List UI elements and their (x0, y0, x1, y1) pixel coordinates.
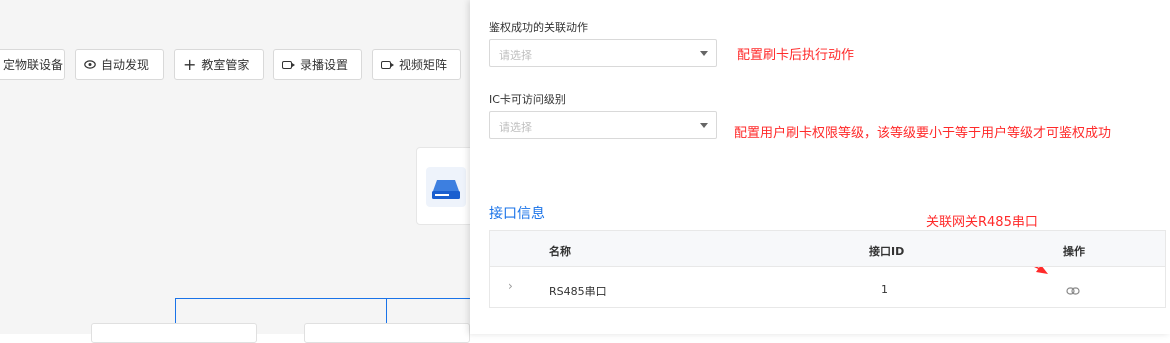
plus-icon: + (183, 54, 197, 74)
toolbar-button-auto-discover[interactable]: 自动发现 (75, 49, 164, 80)
select-placeholder: 请选择 (499, 49, 532, 62)
annotation-note: 配置用户刷卡权限等级，该等级要小于等于用户等级才可鉴权成功 (734, 126, 1112, 141)
chevron-down-icon (700, 123, 708, 128)
ic-access-level-select[interactable]: 请选择 (489, 111, 717, 139)
topology-node[interactable] (304, 323, 470, 343)
annotation-note: 关联网关R485串口 (926, 215, 1038, 230)
background-app: 定物联设备 自动发现 + 教室管家 录播设置 视频矩阵 (0, 0, 476, 343)
toolbar-button-label: 教室管家 (201, 58, 250, 72)
toolbar-button-label: 录播设置 (300, 58, 349, 72)
video-icon (282, 60, 295, 69)
toolbar-button-label: 定物联设备 (3, 58, 64, 72)
column-header-name: 名称 (549, 245, 571, 258)
column-header-interface-id: 接口ID (869, 245, 905, 258)
toolbar-button-classroom-manager[interactable]: + 教室管家 (174, 49, 264, 80)
toolbar-button-bind-iot-device[interactable]: 定物联设备 (0, 49, 65, 80)
action-on-auth-label: 鉴权成功的关联动作 (489, 21, 588, 34)
toolbar-button-recording-settings[interactable]: 录播设置 (273, 49, 362, 80)
server-device-icon (426, 167, 466, 207)
toolbar-button-label: 视频矩阵 (399, 58, 448, 72)
toolbar-button-video-matrix[interactable]: 视频矩阵 (372, 49, 461, 80)
expand-chevron-icon[interactable]: › (508, 279, 513, 293)
interface-table: 名称 接口ID 操作 › RS485串口 1 (489, 230, 1166, 308)
video-icon (381, 60, 394, 69)
eye-icon (84, 58, 96, 72)
table-header: 名称 接口ID 操作 (490, 231, 1165, 267)
topology-node[interactable] (91, 323, 257, 343)
action-on-auth-select[interactable]: 请选择 (489, 39, 717, 67)
ic-access-level-label: IC卡可访问级别 (489, 93, 566, 106)
section-title-interface-info: 接口信息 (489, 206, 545, 222)
annotation-note: 配置刷卡后执行动作 (737, 48, 855, 63)
cell-interface-id: 1 (881, 283, 888, 296)
select-placeholder: 请选择 (499, 121, 532, 134)
toolbar-button-label: 自动发现 (101, 58, 150, 72)
cell-interface-name: RS485串口 (549, 285, 607, 298)
topology-connector (175, 298, 470, 299)
link-icon[interactable] (1066, 281, 1080, 300)
column-header-actions: 操作 (1063, 245, 1085, 258)
device-config-drawer: 鉴权成功的关联动作 请选择 配置刷卡后执行动作 IC卡可访问级别 请选择 配置用… (470, 0, 1170, 334)
chevron-down-icon (700, 51, 708, 56)
